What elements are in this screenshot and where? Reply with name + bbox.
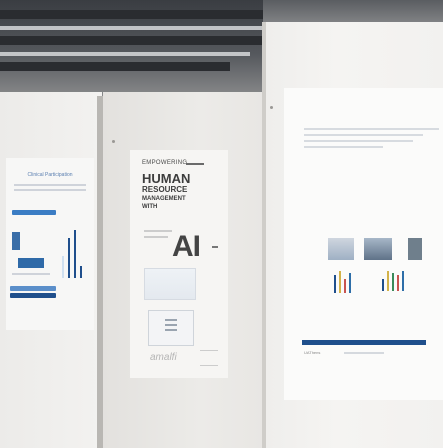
poster-title-line4: WITH [142,204,158,210]
chart-bar [68,238,70,278]
ceiling-beam [0,62,230,71]
figure-block [12,232,20,250]
bar [344,279,346,293]
bar-chart [382,271,404,291]
chart-area [58,228,86,288]
figure-bar [10,286,56,291]
chart-bar [74,230,76,278]
title-line [304,146,383,148]
poster-title-line1: HUMAN [142,171,191,186]
poster-left: Clinical Participation [6,158,94,330]
table-line [165,324,177,326]
thumbtack [270,106,273,109]
figure-image [364,238,392,260]
figure-image [408,238,422,260]
poster-footer-logo: UAThens [304,350,321,355]
text-line [14,189,86,191]
photo-scene: Clinical Participation EMPOWERING HUMAN … [0,0,443,448]
bar [392,273,394,291]
title-line [304,128,439,130]
ceiling-light [0,26,300,30]
bar [334,275,336,293]
poster-title-ai: AI [172,230,201,263]
figure-image [328,238,354,260]
bar [349,273,351,293]
bar [339,271,341,293]
thumbtack [112,140,115,143]
chart-bar [80,266,82,278]
text-line [14,184,86,186]
poster-dash [186,163,204,165]
text-line [144,230,172,232]
poster-title-line2: RESOURCE [142,185,188,194]
text-line [344,352,384,354]
bar-chart [334,271,351,293]
poster-chart [144,268,196,300]
ceiling-light [0,52,250,56]
figure-block [18,258,44,268]
poster-table [148,310,194,346]
poster-left-heading: Clinical Participation [27,172,73,178]
poster-right: UAThens [284,88,443,400]
text-line [144,236,168,238]
figure-bar [10,293,56,298]
bar [402,271,404,291]
table-line [165,329,177,331]
title-line [304,134,423,136]
poster-footer-bar [302,340,426,345]
poster-title-line3: MANAGEMENT [142,196,186,202]
figure-bar [12,210,56,215]
poster-kicker: EMPOWERING [142,160,188,166]
poster-center: EMPOWERING HUMAN RESOURCE MANAGEMENT WIT… [130,150,228,378]
ceiling-beam [0,36,270,45]
bar [382,279,384,291]
chart-bar [62,256,64,278]
poster-dash [212,246,218,248]
bar [387,271,389,291]
text-line [12,273,50,275]
poster-footer-box [200,350,218,366]
poster-logo: amalfi [150,352,177,363]
title-line [304,140,413,142]
bar [397,275,399,291]
table-line [165,319,177,321]
